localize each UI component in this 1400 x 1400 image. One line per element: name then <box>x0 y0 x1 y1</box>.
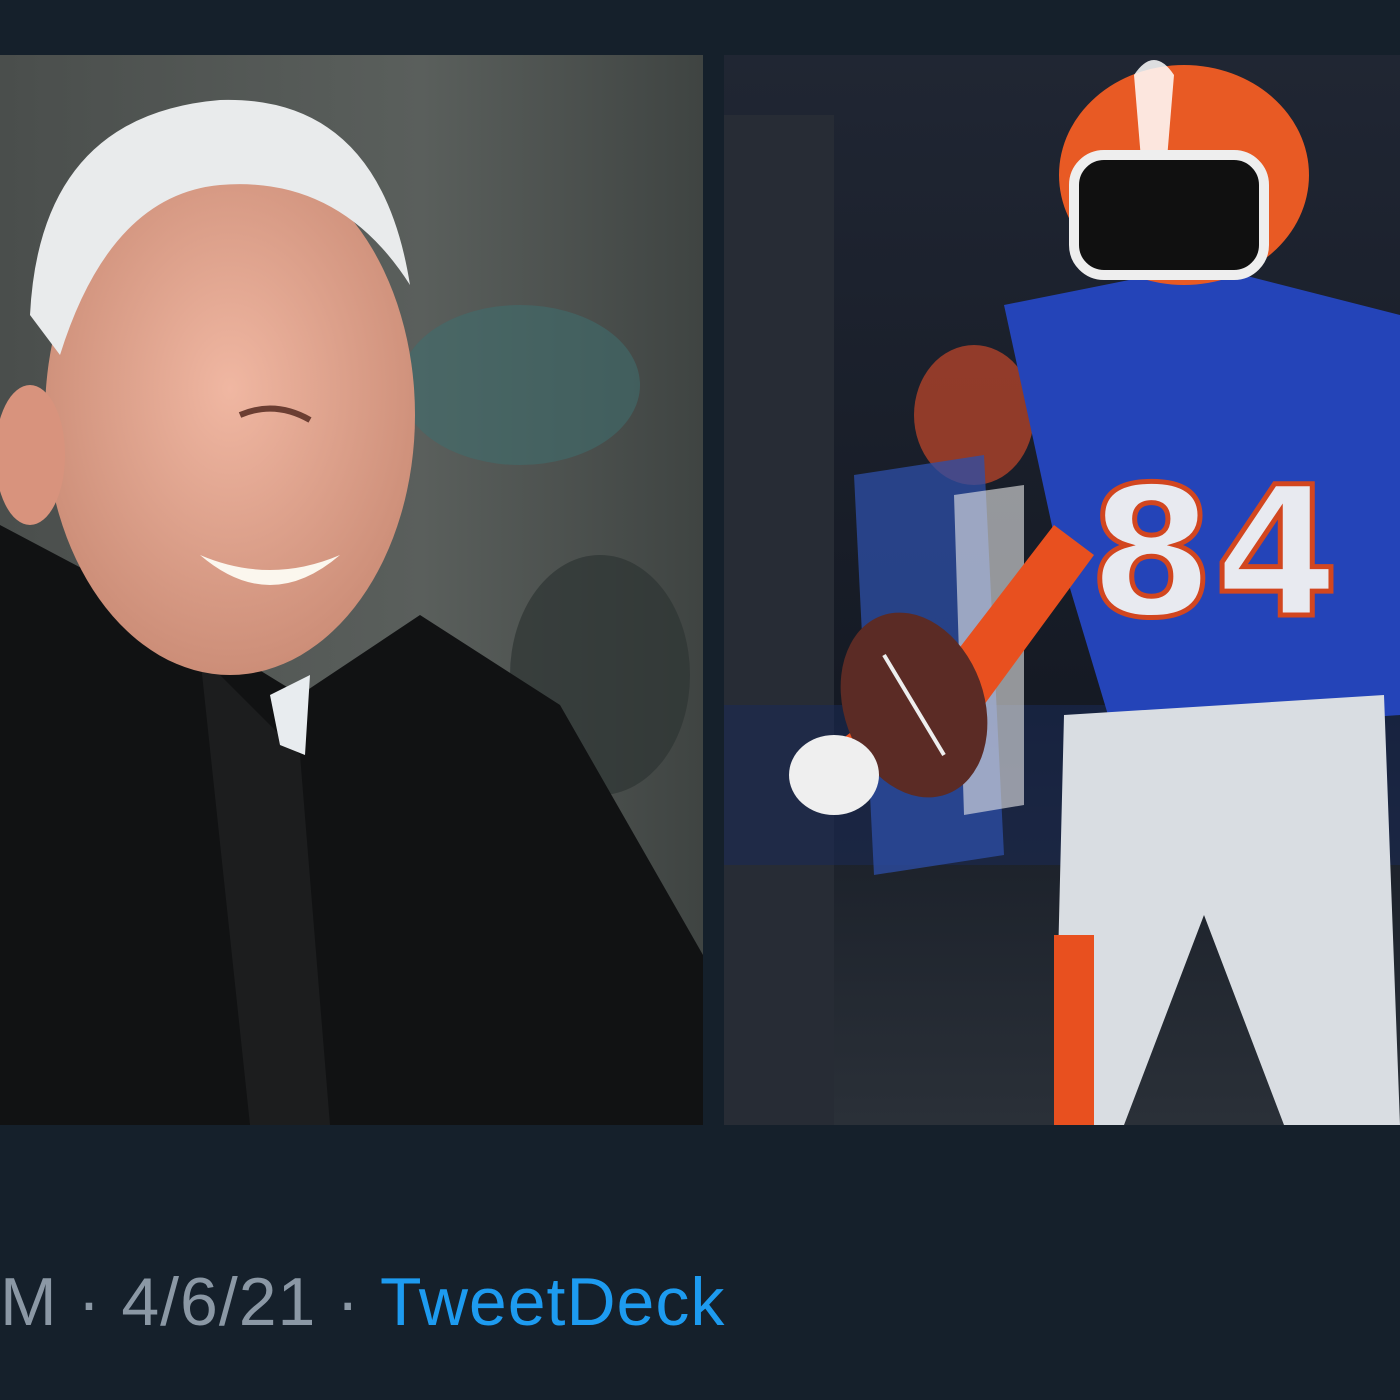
tweet-photo-left[interactable] <box>0 55 703 1125</box>
tweet-meta-line: M · 4/6/21 · TweetDeck <box>0 1262 725 1342</box>
photo-football-player-icon: 84 <box>724 55 1400 1125</box>
tweet-photo-right[interactable]: 84 <box>724 55 1400 1125</box>
tweet-card: 84 M · 4/6/21 · TweetDeck <box>0 0 1400 1400</box>
svg-text:84: 84 <box>1089 449 1340 658</box>
tweet-media-grid: 84 <box>0 55 1400 1125</box>
tweet-date[interactable]: 4/6/21 <box>121 1262 316 1342</box>
tweet-source-link[interactable]: TweetDeck <box>380 1262 725 1342</box>
meta-separator: · <box>77 1264 102 1340</box>
photo-smiling-man-icon <box>0 55 703 1125</box>
tweet-time: M <box>0 1264 58 1340</box>
meta-separator: · <box>336 1264 361 1340</box>
